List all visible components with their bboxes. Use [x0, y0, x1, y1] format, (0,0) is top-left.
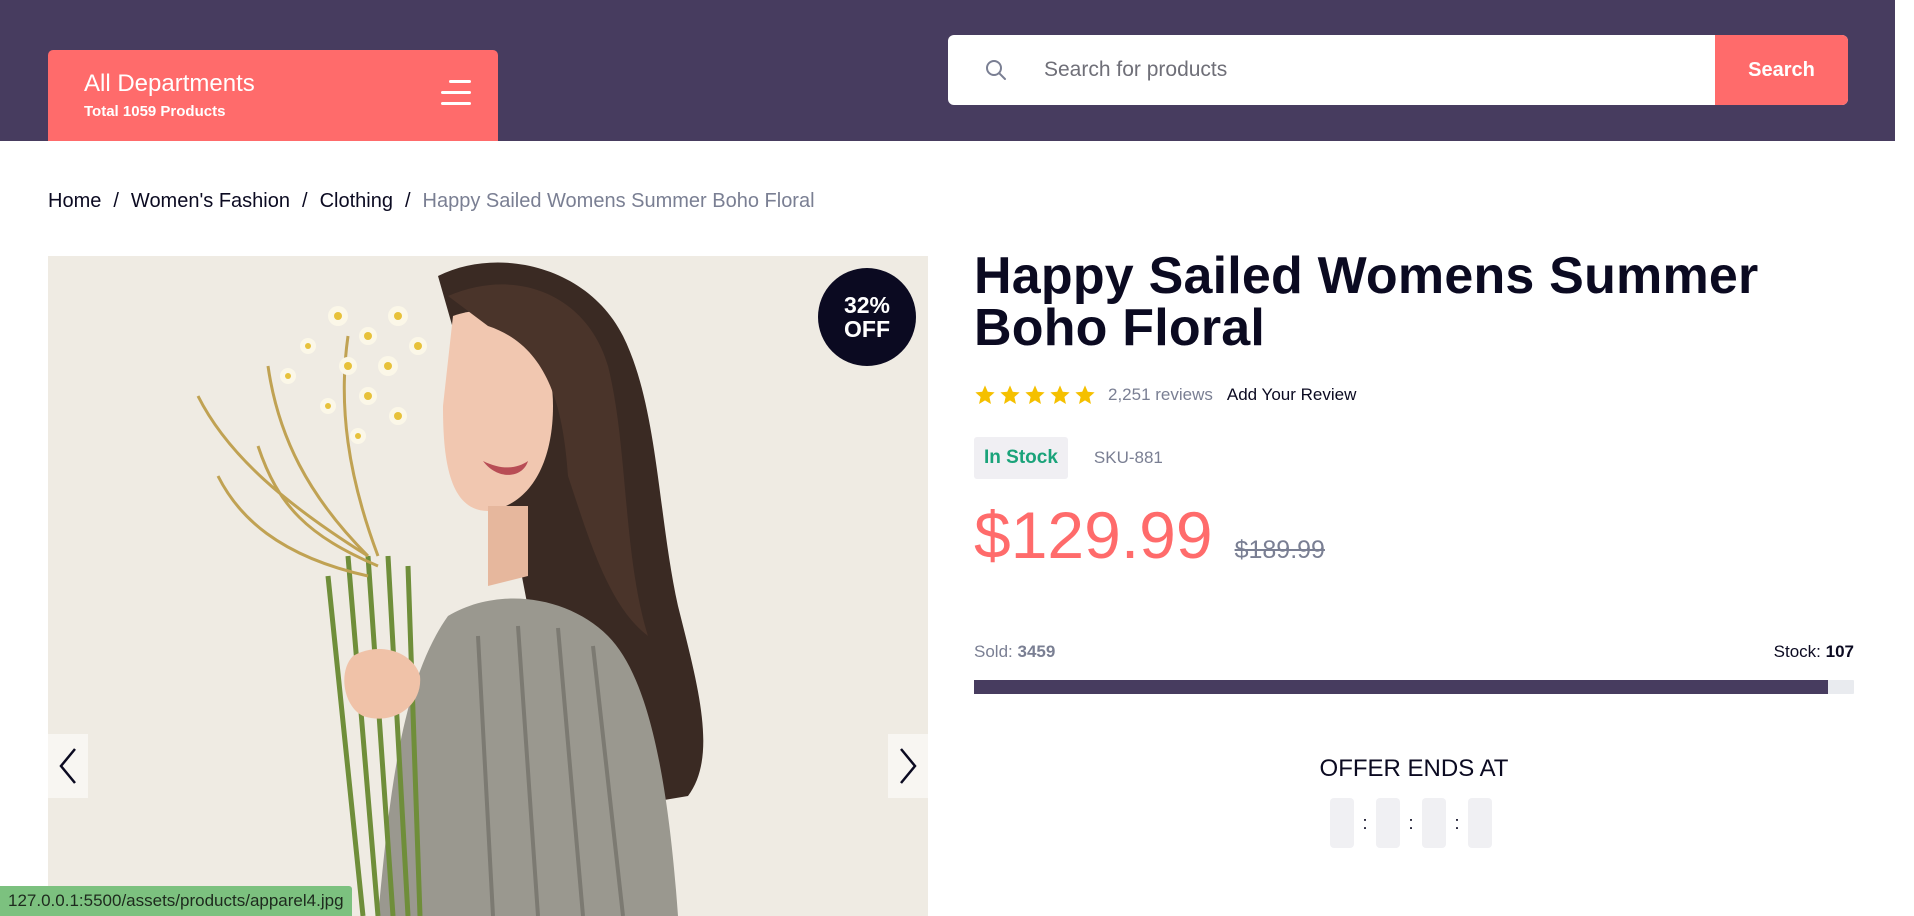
sold-progress-bar: [974, 680, 1854, 694]
star-icon: [1050, 385, 1070, 404]
in-stock-badge: In Stock: [974, 437, 1068, 479]
stock-info: Stock: 107: [1774, 642, 1854, 662]
chevron-right-icon: [900, 748, 917, 784]
stock-value: 107: [1825, 642, 1854, 661]
search-bar: Search: [948, 35, 1848, 105]
status-bar-url: 127.0.0.1:5500/assets/products/apparel4.…: [0, 886, 352, 916]
breadcrumb-clothing[interactable]: Clothing: [320, 190, 393, 213]
sold-progress-fill: [974, 680, 1828, 694]
star-icon: [975, 385, 995, 404]
top-header: All Departments Total 1059 Products Sear…: [0, 0, 1895, 141]
breadcrumb-current: Happy Sailed Womens Summer Boho Floral: [422, 190, 815, 212]
star-icon: [1000, 385, 1020, 404]
menu-icon[interactable]: [441, 80, 471, 106]
stock-label: Stock:: [1773, 642, 1821, 661]
countdown-timer: : : :: [1330, 798, 1492, 848]
price-row: $129.99 $189.99: [974, 497, 1854, 573]
sku-label: SKU-881: [1093, 448, 1163, 467]
breadcrumb-womens-fashion[interactable]: Women's Fashion: [131, 190, 290, 213]
product-info: Happy Sailed Womens Summer Boho Floral 2…: [974, 247, 1854, 848]
all-departments-button[interactable]: All Departments Total 1059 Products: [48, 50, 498, 141]
gallery-next-button[interactable]: [888, 734, 928, 798]
departments-title: All Departments: [84, 70, 255, 97]
old-price: $189.99: [1234, 536, 1325, 564]
review-count[interactable]: 2,251 reviews: [1108, 385, 1213, 405]
countdown-separator: :: [1408, 812, 1414, 833]
current-price: $129.99: [974, 498, 1213, 572]
sold-label: Sold:: [974, 642, 1013, 661]
rating-stars: [974, 384, 1096, 406]
discount-off: OFF: [844, 316, 890, 342]
search-icon: [986, 60, 1006, 80]
rating-row: 2,251 reviews Add Your Review: [974, 382, 1854, 408]
sold-stock-row: Sold: 3459 Stock: 107: [974, 642, 1854, 662]
product-title: Happy Sailed Womens Summer Boho Floral: [974, 247, 1759, 357]
breadcrumb-separator: /: [302, 190, 308, 212]
discount-percent: 32%: [843, 292, 891, 318]
product-image: [196, 262, 704, 916]
countdown-minutes: [1422, 798, 1446, 848]
gallery-prev-button[interactable]: [48, 734, 88, 798]
countdown-days: [1330, 798, 1354, 848]
countdown-hours: [1376, 798, 1400, 848]
star-icon: [1025, 385, 1045, 404]
offer-ends-title: OFFER ENDS AT: [1319, 755, 1509, 782]
countdown-separator: :: [1362, 812, 1368, 833]
search-button[interactable]: Search: [1715, 35, 1848, 105]
star-icon: [1075, 385, 1095, 404]
add-review-link[interactable]: Add Your Review: [1227, 385, 1356, 405]
stock-row: In Stock SKU-881: [974, 437, 1854, 479]
search-input[interactable]: [1044, 35, 1704, 105]
discount-badge: 32% OFF: [818, 268, 916, 366]
sold-value: 3459: [1017, 642, 1056, 661]
sold-info: Sold: 3459: [974, 642, 1055, 662]
chevron-left-icon: [59, 748, 76, 784]
breadcrumb-separator: /: [113, 190, 119, 212]
countdown-separator: :: [1454, 812, 1460, 833]
breadcrumb: Home / Women's Fashion / Clothing / Happ…: [48, 190, 815, 213]
product-gallery: 32% OFF: [48, 256, 928, 916]
breadcrumb-separator: /: [404, 190, 411, 212]
departments-count: Total 1059 Products: [84, 103, 226, 120]
countdown-seconds: [1468, 798, 1492, 848]
breadcrumb-home[interactable]: Home: [48, 190, 101, 213]
